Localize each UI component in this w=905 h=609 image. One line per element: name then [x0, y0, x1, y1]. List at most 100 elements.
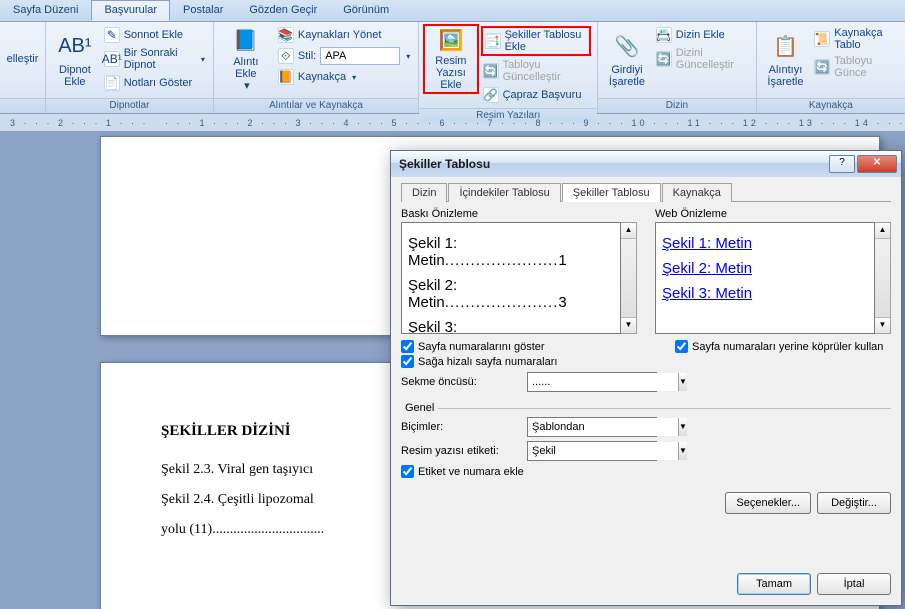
group-label-index: Dizin	[598, 98, 756, 113]
cancel-button[interactable]: İptal	[817, 573, 891, 595]
insert-endnote-button[interactable]: ✎Sonnot Ekle	[102, 26, 207, 44]
group-label-toa: Kaynakça	[757, 98, 905, 113]
table-of-figures-dialog: Şekiller Tablosu ? ✕ Dizin İçindekiler T…	[390, 150, 902, 606]
mark-citation-button[interactable]: 📋 Alıntıyı İşaretle	[761, 24, 811, 94]
bibliography-button[interactable]: 📙Kaynakça▾	[276, 68, 412, 86]
web-preview-link[interactable]: Şekil 2: Metin	[662, 260, 868, 277]
update-icon: 🔄	[483, 63, 499, 79]
print-preview-scrollbar[interactable]: ▲▼	[621, 222, 637, 334]
update-toc-label: elleştir	[7, 53, 39, 65]
tab-dizin[interactable]: Dizin	[401, 183, 447, 202]
footnote-icon: AB¹	[59, 30, 91, 62]
mark-entry-label: Girdiyi İşaretle	[608, 64, 646, 88]
index-icon: 📇	[656, 27, 672, 43]
group-label-empty	[0, 98, 45, 113]
web-preview-box: Şekil 1: Metin Şekil 2: Metin Şekil 3: M…	[655, 222, 875, 334]
web-preview-link[interactable]: Şekil 3: Metin	[662, 285, 868, 302]
cross-reference-button[interactable]: 🔗Çapraz Başvuru	[481, 86, 592, 104]
tab-toc[interactable]: İçindekiler Tablosu	[448, 183, 560, 202]
print-preview-label: Baskı Önizleme	[401, 208, 637, 220]
citation-style-row: ⟐ Stil: ▾	[276, 46, 412, 66]
insert-index-button[interactable]: 📇Dizin Ekle	[654, 26, 750, 44]
general-legend: Genel	[401, 402, 438, 414]
group-label-citations: Alıntılar ve Kaynakça	[214, 98, 418, 113]
caption-label-combo[interactable]: ▼	[527, 441, 657, 461]
next-footnote-icon: AB¹	[104, 51, 120, 67]
tof-icon: 📑	[485, 33, 501, 49]
include-label-label: Etiket ve numara ekle	[418, 466, 524, 478]
insert-footnote-label: Dipnot Ekle	[56, 64, 94, 88]
update-table-button: 🔄Tabloyu Güncelleştir	[481, 58, 592, 84]
update-icon: 🔄	[814, 59, 830, 75]
caption-label-label: Resim yazısı etiketi:	[401, 445, 521, 457]
insert-citation-button[interactable]: 📘 Alıntı Ekle ▾	[218, 24, 274, 94]
web-preview-scrollbar[interactable]: ▲▼	[875, 222, 891, 334]
update-icon: 🔄	[656, 51, 672, 67]
help-button[interactable]: ?	[829, 155, 855, 173]
formats-combo[interactable]: ▼	[527, 417, 657, 437]
tab-view[interactable]: Görünüm	[330, 0, 402, 21]
bibliography-icon: 📙	[278, 69, 294, 85]
use-hyperlinks-label: Sayfa numaraları yerine köprüler kullan	[692, 341, 883, 353]
tab-page-layout[interactable]: Sayfa Düzeni	[0, 0, 91, 21]
update-toc-button[interactable]: elleştir	[1, 24, 45, 94]
citation-style-select[interactable]	[320, 47, 400, 65]
tab-leader-input[interactable]	[528, 373, 678, 391]
tab-references[interactable]: Başvurular	[91, 0, 170, 21]
next-footnote-button[interactable]: AB¹Bir Sonraki Dipnot▾	[102, 46, 207, 72]
close-button[interactable]: ✕	[857, 155, 897, 173]
citation-icon: 📘	[230, 26, 262, 54]
tab-leader-label: Sekme öncüsü:	[401, 376, 521, 388]
style-icon: ⟐	[278, 48, 294, 64]
mark-citation-label: Alıntıyı İşaretle	[767, 64, 805, 88]
mark-citation-icon: 📋	[769, 30, 801, 62]
caption-icon: 🖼️	[435, 28, 467, 53]
chevron-down-icon[interactable]: ▾	[406, 52, 410, 61]
show-notes-button[interactable]: 📄Notları Göster	[102, 74, 207, 92]
horizontal-ruler[interactable]: 3 · · · 2 · · · 1 · · · · · · 1 · · · 2 …	[0, 114, 905, 132]
show-page-numbers-checkbox[interactable]	[401, 340, 414, 353]
show-notes-icon: 📄	[104, 75, 120, 91]
insert-citation-label: Alıntı Ekle	[224, 56, 268, 80]
web-preview-label: Web Önizleme	[655, 208, 891, 220]
toa-icon: 📜	[814, 31, 830, 47]
chevron-down-icon: ▾	[244, 80, 250, 92]
tab-review[interactable]: Gözden Geçir	[236, 0, 330, 21]
tab-toa[interactable]: Kaynakça	[662, 183, 732, 202]
update-index-button: 🔄Dizini Güncelleştir	[654, 46, 750, 72]
manage-sources-button[interactable]: 📚Kaynakları Yönet	[276, 26, 412, 44]
insert-toa-button[interactable]: 📜Kaynakça Tablo	[812, 26, 899, 52]
dialog-titlebar[interactable]: Şekiller Tablosu ? ✕	[391, 151, 901, 177]
ribbon: elleştir AB¹ Dipnot Ekle ✎Sonnot Ekle AB…	[0, 22, 905, 114]
dialog-title: Şekiller Tablosu	[395, 157, 827, 171]
tab-tof[interactable]: Şekiller Tablosu	[562, 183, 661, 202]
insert-footnote-button[interactable]: AB¹ Dipnot Ekle	[50, 24, 100, 94]
xref-icon: 🔗	[483, 87, 499, 103]
group-label-footnotes: Dipnotlar	[46, 98, 213, 113]
mark-entry-button[interactable]: 📎 Girdiyi İşaretle	[602, 24, 652, 94]
caption-label-input[interactable]	[528, 442, 678, 460]
formats-label: Biçimler:	[401, 421, 521, 433]
insert-tof-button[interactable]: 📑Şekiller Tablosu Ekle	[481, 26, 592, 56]
tab-leader-combo[interactable]: ▼	[527, 372, 657, 392]
options-button[interactable]: Seçenekler...	[725, 492, 811, 514]
update-toa-button: 🔄Tabloyu Günce	[812, 54, 899, 80]
modify-button[interactable]: Değiştir...	[817, 492, 891, 514]
insert-caption-button[interactable]: 🖼️ Resim Yazısı Ekle	[423, 24, 478, 94]
right-align-label: Sağa hizalı sayfa numaraları	[418, 356, 557, 368]
web-preview-link[interactable]: Şekil 1: Metin	[662, 235, 868, 252]
chevron-down-icon[interactable]: ▼	[678, 418, 687, 436]
mark-entry-icon: 📎	[611, 30, 643, 62]
ribbon-tabs: Sayfa Düzeni Başvurular Postalar Gözden …	[0, 0, 905, 22]
ok-button[interactable]: Tamam	[737, 573, 811, 595]
right-align-checkbox[interactable]	[401, 355, 414, 368]
include-label-checkbox[interactable]	[401, 465, 414, 478]
show-page-numbers-label: Sayfa numaralarını göster	[418, 341, 545, 353]
chevron-down-icon[interactable]: ▼	[678, 442, 687, 460]
chevron-down-icon: ▾	[201, 55, 205, 64]
formats-input[interactable]	[528, 418, 678, 436]
chevron-down-icon: ▾	[352, 73, 356, 82]
tab-mailings[interactable]: Postalar	[170, 0, 236, 21]
manage-sources-icon: 📚	[278, 27, 294, 43]
use-hyperlinks-checkbox[interactable]	[675, 340, 688, 353]
